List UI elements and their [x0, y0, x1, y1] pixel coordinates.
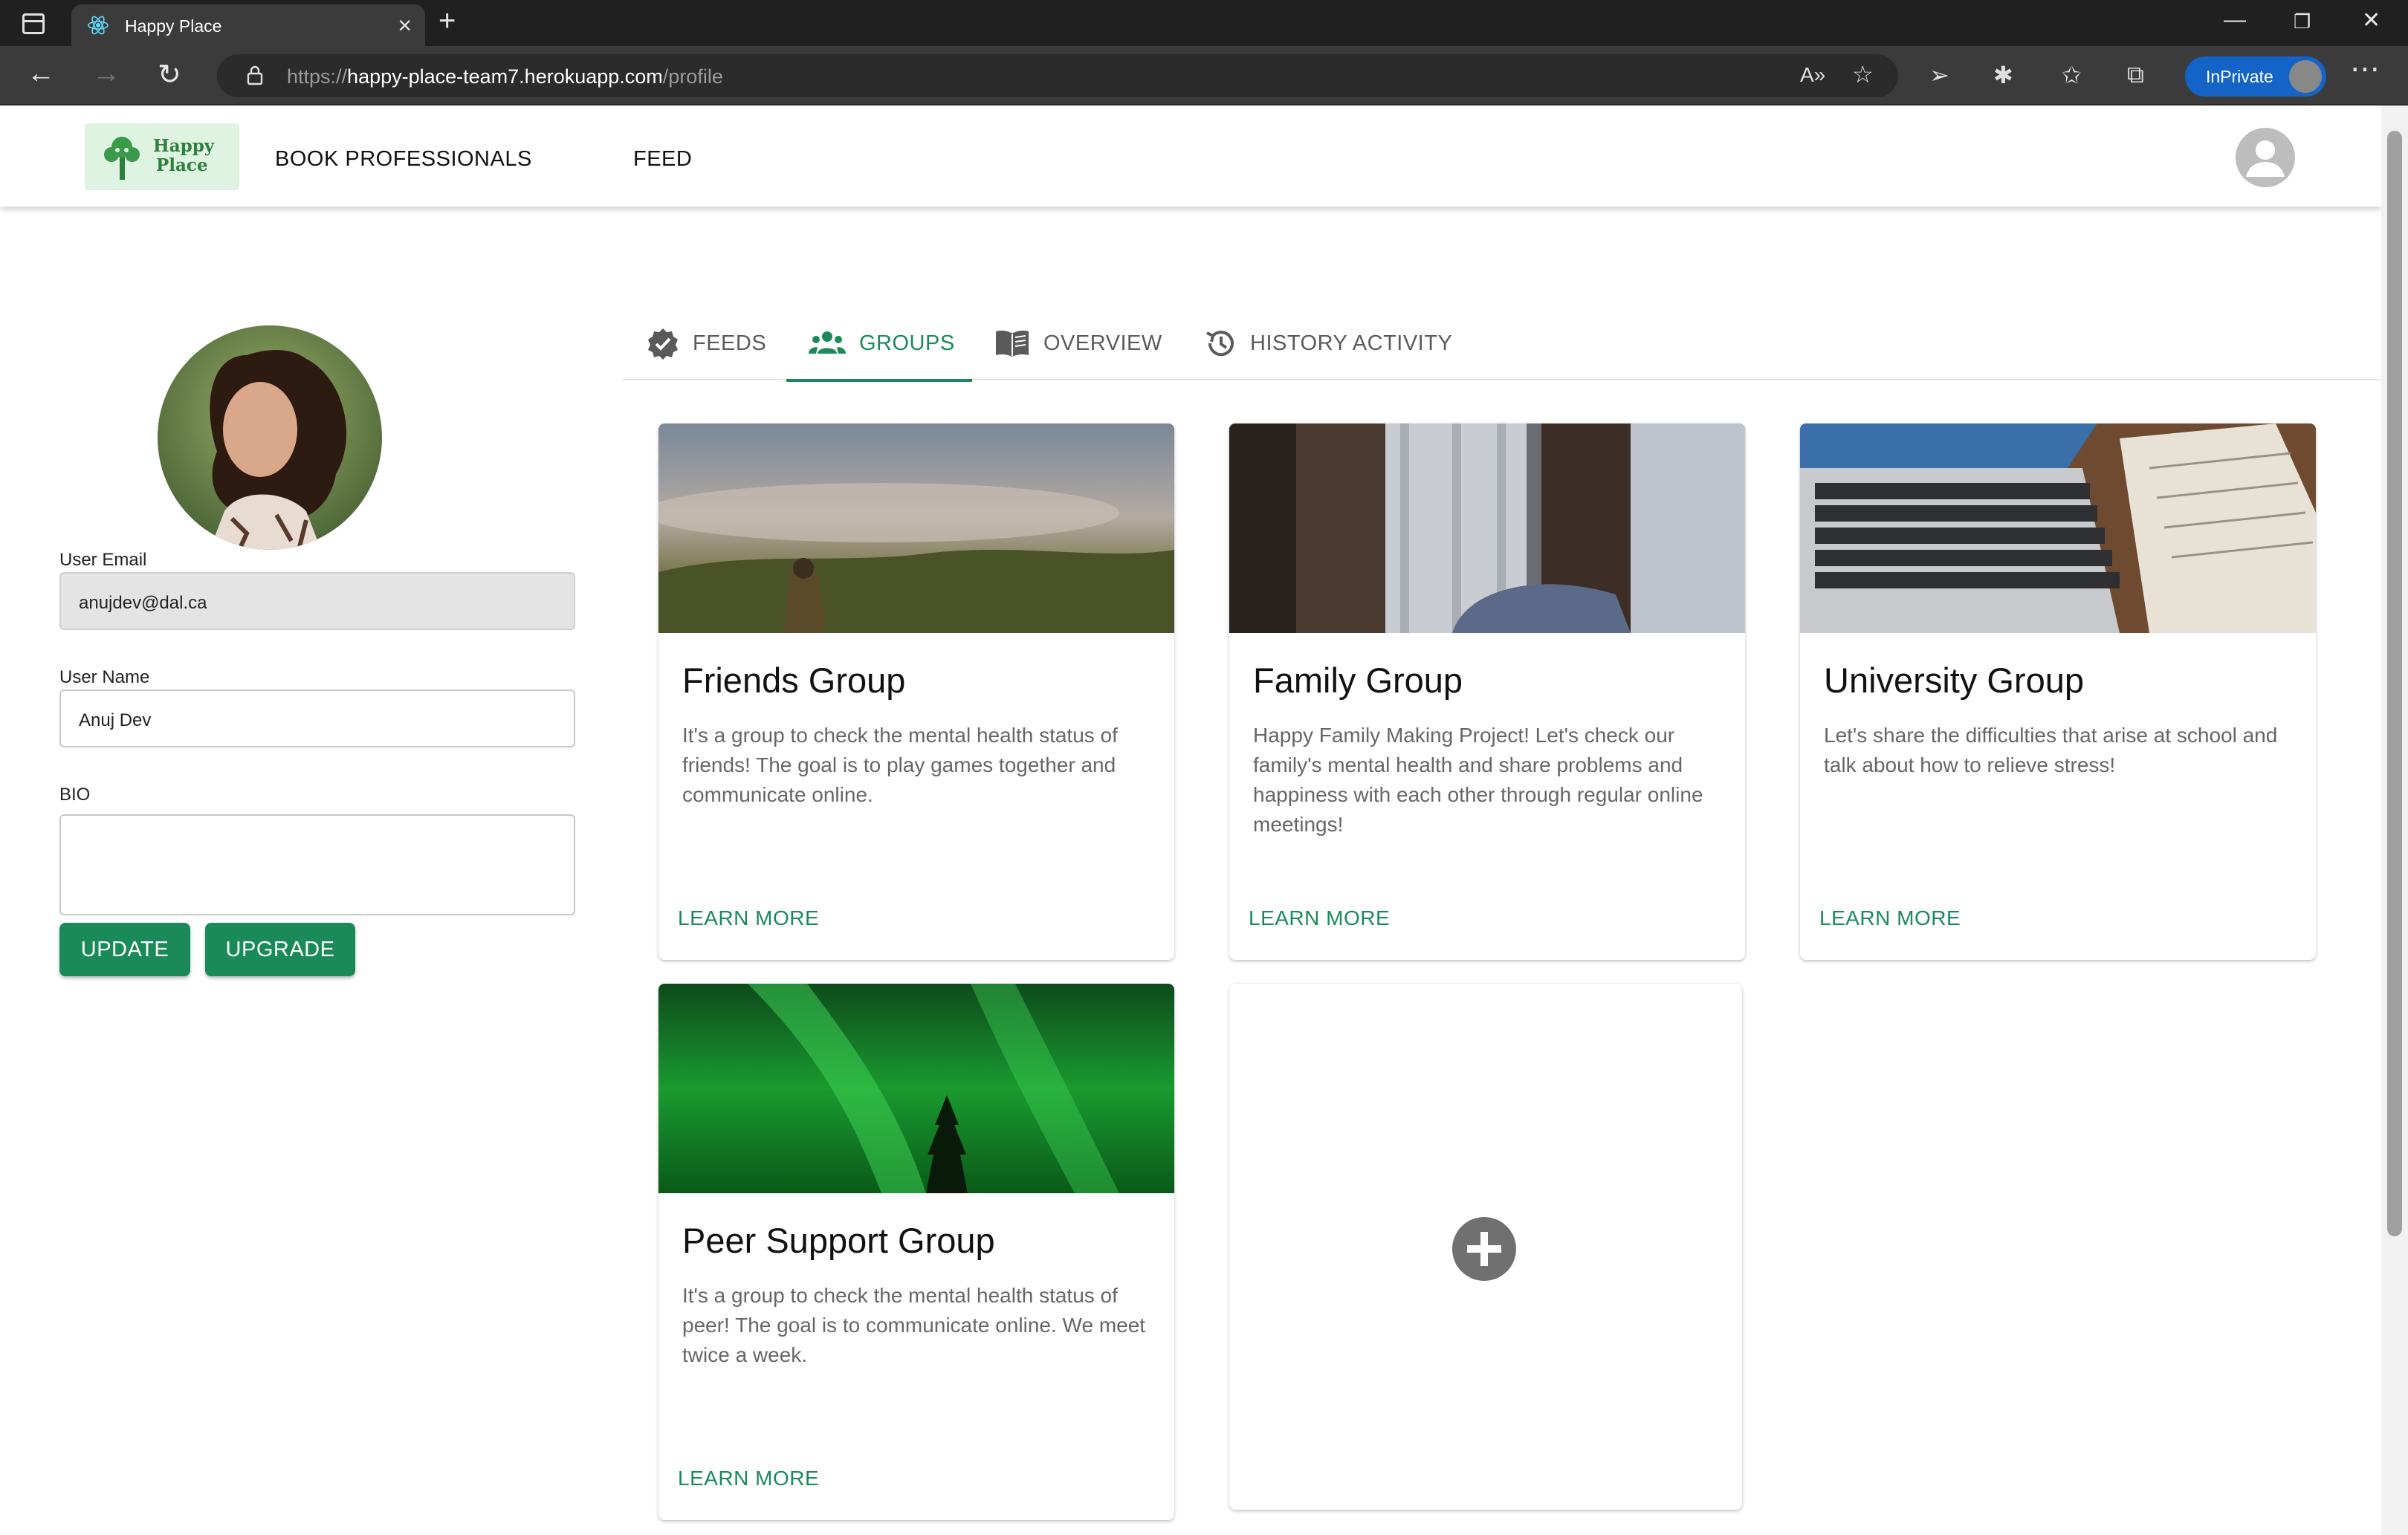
account-icon[interactable]	[2236, 128, 2295, 187]
logo-text: Happy Place	[153, 137, 214, 175]
tab-feeds-label: FEEDS	[693, 331, 767, 355]
happy-place-logo[interactable]: Happy Place	[85, 123, 239, 190]
tab-overview-label: OVERVIEW	[1043, 331, 1162, 355]
bio-label: BIO	[59, 785, 91, 805]
friends-group-image	[658, 423, 1174, 633]
history-icon	[1206, 331, 1234, 357]
close-window-icon[interactable]: ✕	[2362, 7, 2381, 33]
email-label: User Email	[59, 550, 147, 570]
inprivate-label: InPrivate	[2206, 67, 2273, 86]
tab-history-activity[interactable]: HISTORY ACTIVITY	[1204, 306, 1452, 380]
scrollbar-thumb[interactable]	[2387, 131, 2402, 1236]
favorite-star-icon[interactable]: ☆	[1852, 60, 1874, 88]
tree-logo-icon	[104, 137, 140, 180]
group-title: University Group	[1824, 661, 2084, 700]
group-title: Family Group	[1253, 661, 1463, 700]
group-card: Family Group Happy Family Making Project…	[1229, 423, 1745, 960]
minimize-icon[interactable]: —	[2224, 7, 2246, 33]
group-title: Friends Group	[682, 661, 906, 700]
email-field[interactable]: anujdev@dal.ca	[59, 572, 575, 630]
university-group-image	[1800, 423, 2316, 633]
tab-feeds[interactable]: FEEDS	[647, 306, 766, 380]
page-scrollbar[interactable]	[2381, 106, 2408, 1535]
favorites-icon[interactable]: ✩	[2062, 61, 2082, 89]
tab-title: Happy Place	[125, 16, 222, 36]
learn-more-button[interactable]: LEARN MORE	[1819, 906, 1961, 930]
browser-titlebar: Happy Place × + — ❐ ✕	[0, 0, 2408, 46]
add-group-card[interactable]	[1229, 984, 1742, 1510]
tab-actions-icon[interactable]	[22, 13, 45, 34]
browser-toolbar: ← → ↻ https://happy-place-team7.herokuap…	[0, 46, 2408, 106]
tab-groups[interactable]: GROUPS	[809, 306, 955, 380]
tab-history-label: HISTORY ACTIVITY	[1250, 331, 1453, 355]
app-header: Happy Place BOOK PROFESSIONALS FEED	[0, 106, 2381, 207]
new-tab-icon[interactable]: +	[438, 4, 456, 38]
profile-tabs: FEEDS GROUPS OVERVIEW HISTORY ACTIVITY	[623, 306, 2381, 380]
upgrade-button[interactable]: UPGRADE	[205, 923, 355, 976]
close-tab-icon[interactable]: ×	[398, 12, 412, 39]
family-group-image	[1229, 423, 1745, 633]
plus-icon	[1467, 1232, 1501, 1266]
back-icon[interactable]: ←	[27, 58, 55, 90]
more-options-icon[interactable]: ⋯	[2350, 52, 2380, 86]
update-button[interactable]: UPDATE	[59, 923, 190, 976]
browser-tab[interactable]: Happy Place ×	[71, 4, 425, 46]
verified-badge-icon	[648, 328, 678, 360]
url-path: /profile	[662, 65, 723, 88]
page-content: Happy Place BOOK PROFESSIONALS FEED User…	[0, 106, 2381, 1535]
tab-groups-label: GROUPS	[859, 331, 955, 355]
username-field[interactable]: Anuj Dev	[59, 689, 575, 747]
url-scheme: https://	[287, 65, 348, 88]
logo-line-1: Happy	[153, 136, 215, 156]
lock-icon[interactable]	[247, 65, 263, 85]
group-card: Friends Group It's a group to check the …	[658, 423, 1174, 960]
username-label: User Name	[59, 667, 150, 687]
group-description: Let's share the difficulties that arise …	[1824, 724, 2278, 776]
group-description: It's a group to check the mental health …	[682, 724, 1118, 806]
groups-icon	[809, 331, 846, 354]
refresh-icon[interactable]: ↻	[158, 58, 181, 91]
inprivate-badge[interactable]: InPrivate	[2185, 56, 2326, 97]
bio-field[interactable]	[59, 814, 575, 915]
tab-overview[interactable]: OVERVIEW	[994, 306, 1162, 380]
url-text: https://happy-place-team7.herokuapp.com/…	[287, 65, 723, 88]
learn-more-button[interactable]: LEARN MORE	[1249, 906, 1390, 930]
profile-photo[interactable]	[158, 325, 382, 550]
group-description: Happy Family Making Project! Let's check…	[1253, 724, 1703, 836]
group-title: Peer Support Group	[682, 1221, 995, 1260]
group-card: Peer Support Group It's a group to check…	[658, 984, 1174, 1520]
restore-icon[interactable]: ❐	[2294, 10, 2311, 33]
address-bar[interactable]: https://happy-place-team7.herokuapp.com/…	[217, 54, 1898, 97]
peer-support-group-image	[658, 984, 1174, 1193]
active-tab-indicator	[786, 379, 972, 382]
forward-icon[interactable]: →	[92, 58, 120, 90]
book-icon	[996, 331, 1029, 357]
nav-book-professionals[interactable]: BOOK PROFESSIONALS	[275, 147, 532, 172]
read-aloud-icon[interactable]: A»	[1800, 63, 1825, 87]
group-card: University Group Let's share the difficu…	[1800, 423, 2316, 960]
extensions-icon[interactable]: ✱	[1993, 61, 2013, 89]
profile-avatar-icon	[2289, 60, 2322, 93]
logo-line-2: Place	[156, 155, 208, 175]
learn-more-button[interactable]: LEARN MORE	[678, 1467, 819, 1490]
react-favicon-icon	[88, 16, 109, 35]
nav-feed[interactable]: FEED	[633, 147, 692, 172]
url-host: happy-place-team7.herokuapp.com	[347, 65, 663, 88]
add-group-button[interactable]	[1452, 1217, 1516, 1281]
group-description: It's a group to check the mental health …	[682, 1284, 1146, 1366]
collections-icon[interactable]: ⧉	[2127, 61, 2144, 89]
share-icon[interactable]: ➢	[1929, 61, 1949, 89]
learn-more-button[interactable]: LEARN MORE	[678, 906, 819, 930]
